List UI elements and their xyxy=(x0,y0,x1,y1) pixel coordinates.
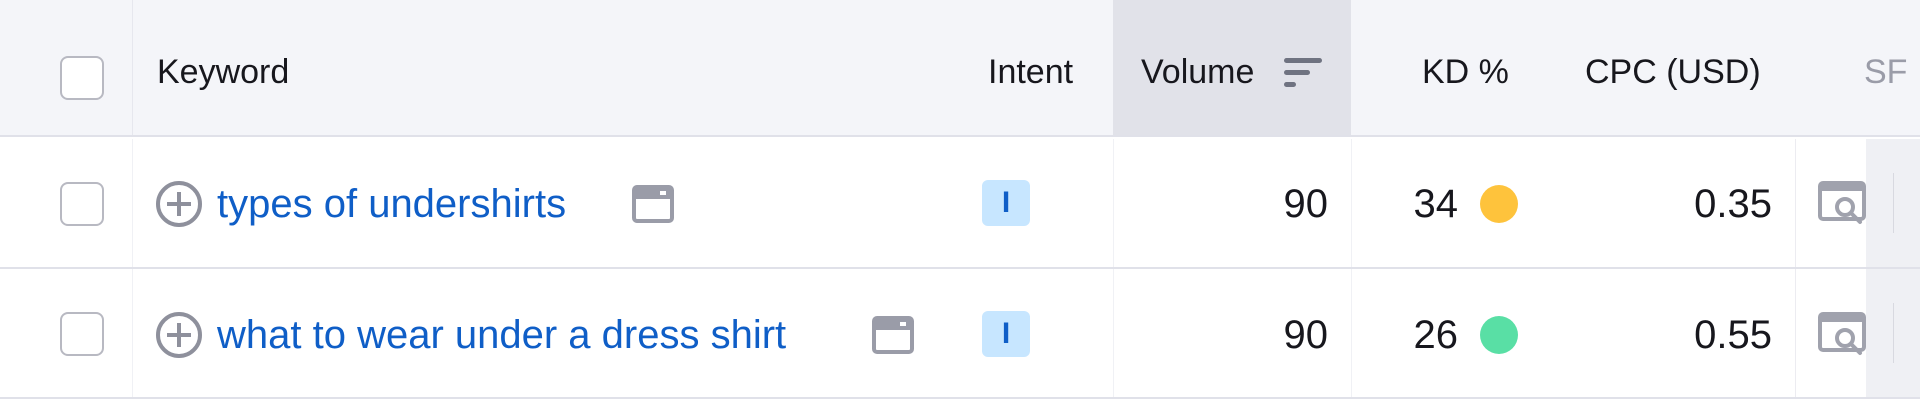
serp-window-icon[interactable] xyxy=(872,316,914,354)
volume-value: 90 xyxy=(1283,313,1329,357)
table-row: types of undershirts I 90 34 0.35 xyxy=(0,139,1920,269)
column-header-intent[interactable]: Intent xyxy=(988,50,1073,94)
column-header-cpc[interactable]: CPC (USD) xyxy=(1585,50,1761,94)
table-header: Keyword Intent Volume KD % CPC (USD) SF xyxy=(0,0,1920,137)
keyword-link[interactable]: types of undershirts xyxy=(217,179,566,229)
column-divider xyxy=(1351,269,1352,397)
column-divider xyxy=(1351,139,1352,267)
column-header-kd[interactable]: KD % xyxy=(1422,50,1509,94)
volume-value: 90 xyxy=(1283,182,1329,226)
sort-descending-icon[interactable] xyxy=(1284,56,1322,90)
row-checkbox[interactable] xyxy=(60,312,104,356)
cpc-value: 0.35 xyxy=(1694,182,1772,226)
serp-window-icon[interactable] xyxy=(632,185,674,223)
table-row: what to wear under a dress shirt I 90 26… xyxy=(0,269,1920,399)
keyword-link[interactable]: what to wear under a dress shirt xyxy=(217,310,786,360)
kd-value: 34 xyxy=(1413,182,1459,226)
serp-preview-icon[interactable] xyxy=(1818,181,1866,225)
row-checkbox[interactable] xyxy=(60,182,104,226)
column-divider xyxy=(1113,269,1114,397)
column-divider xyxy=(1113,139,1114,267)
column-divider xyxy=(132,269,133,397)
kd-value: 26 xyxy=(1413,313,1459,357)
intent-badge[interactable]: I xyxy=(982,311,1030,357)
serp-preview-icon[interactable] xyxy=(1818,312,1866,356)
column-divider xyxy=(132,139,133,267)
kd-difficulty-dot xyxy=(1480,316,1518,354)
divider xyxy=(1893,173,1894,233)
plus-circle-icon[interactable] xyxy=(155,311,203,359)
column-header-volume[interactable]: Volume xyxy=(1141,50,1254,94)
column-header-keyword[interactable]: Keyword xyxy=(157,50,289,94)
cpc-value: 0.55 xyxy=(1694,313,1772,357)
select-all-checkbox[interactable] xyxy=(60,56,104,100)
divider xyxy=(1893,303,1894,363)
plus-circle-icon[interactable] xyxy=(155,180,203,228)
kd-difficulty-dot xyxy=(1480,185,1518,223)
keyword-table: Keyword Intent Volume KD % CPC (USD) SF … xyxy=(0,0,1920,402)
column-header-sf[interactable]: SF xyxy=(1864,50,1907,94)
intent-badge[interactable]: I xyxy=(982,180,1030,226)
